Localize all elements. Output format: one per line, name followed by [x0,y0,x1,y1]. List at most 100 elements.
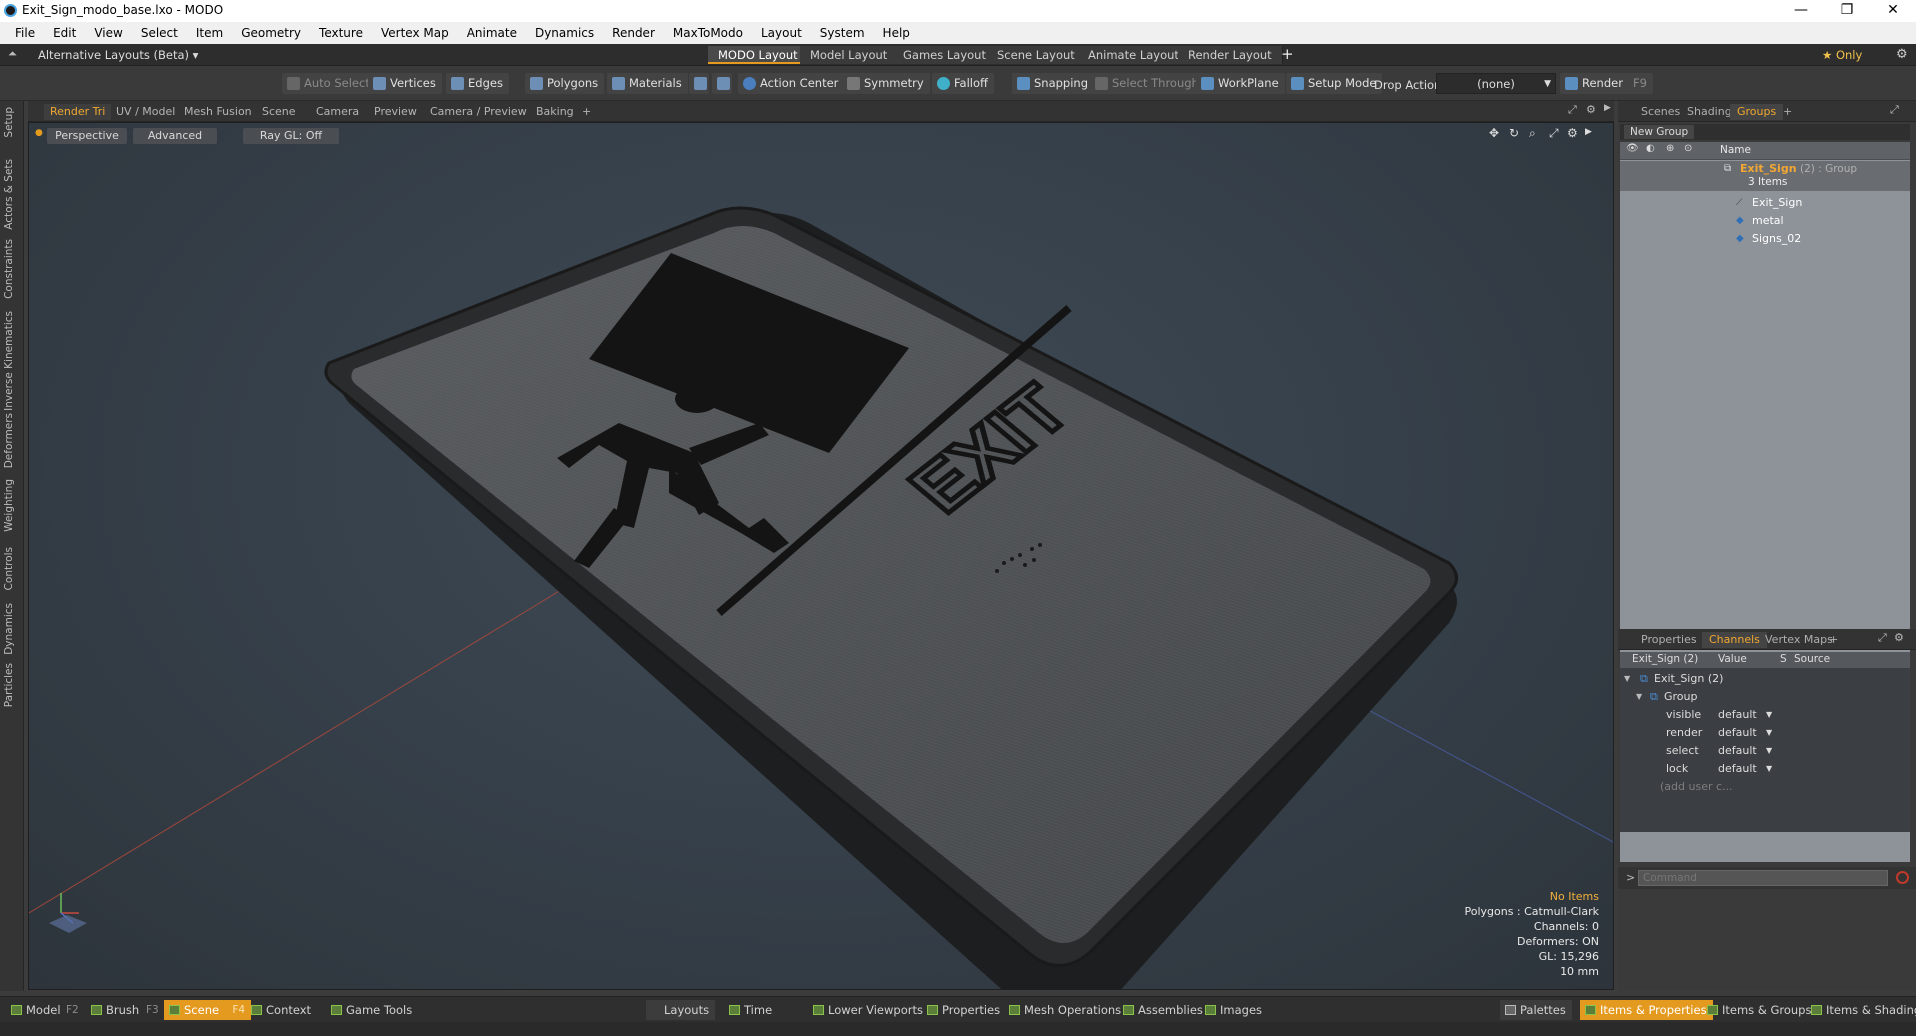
channel-root-row[interactable]: ▼ ⧉ Exit_Sign (2) [1620,670,1916,688]
menu-dynamics[interactable]: Dynamics [526,26,603,40]
items-groups-button[interactable]: Items & Groups [1702,1000,1817,1020]
tab-render-tri[interactable]: Render Tri [44,104,112,120]
menu-select[interactable]: Select [132,26,187,40]
channel-value[interactable]: default [1718,742,1757,760]
maximize-icon[interactable]: ⤢ [1878,631,1887,645]
lower-viewports-button[interactable]: Lower Viewports [808,1000,929,1020]
tab-scene[interactable]: Scene [256,104,302,120]
select-through-button[interactable]: Select Through [1090,73,1205,94]
maximize-icon[interactable]: ⤢ [1568,103,1577,117]
tab-render-layout[interactable]: Render Layout [1178,46,1283,64]
new-group-button[interactable]: New Group [1624,125,1695,139]
tab-scene-layout[interactable]: Scene Layout [987,46,1086,64]
add-panel-tab[interactable]: + [1822,632,1845,648]
list-item[interactable]: ◆ Signs_02 [1620,230,1916,248]
menu-view[interactable]: View [85,26,131,40]
mesh-operations-button[interactable]: Mesh Operations [1004,1000,1127,1020]
tab-controls[interactable]: Controls [3,547,15,590]
game-tools-button[interactable]: Game Tools [326,1000,418,1020]
layouts-button[interactable]: Layouts [646,1000,716,1020]
tab-properties[interactable]: Properties [1634,632,1704,648]
select-toggle-icon[interactable]: ⊙ [1684,143,1692,154]
tab-model-layout[interactable]: Model Layout [800,46,899,64]
vertices-button[interactable]: Vertices [368,73,442,94]
model-button[interactable]: Model [6,1000,67,1020]
render-button[interactable]: Render F9 [1560,73,1653,94]
menu-vertex-map[interactable]: Vertex Map [372,26,458,40]
tab-uv-model[interactable]: UV / Model [110,104,181,120]
tab-games-layout[interactable]: Games Layout [893,46,997,64]
menu-animate[interactable]: Animate [458,26,526,40]
list-item[interactable]: ◆ metal [1620,212,1916,230]
tab-modo-layout[interactable]: MODO Layout [708,46,809,64]
tab-constraints[interactable]: Constraints [3,239,15,299]
record-icon[interactable] [1896,871,1909,884]
channel-group-row[interactable]: ▼ ⧉ Group [1620,688,1916,706]
palettes-button[interactable]: Palettes [1500,1000,1572,1020]
add-panel-tab[interactable]: + [1776,104,1799,120]
tab-particles[interactable]: Particles [3,663,15,707]
minimize-button[interactable]: — [1778,0,1824,22]
menu-render[interactable]: Render [603,26,664,40]
scene-button[interactable]: Scene F4 [164,1000,252,1020]
alternative-layouts-dropdown[interactable]: Alternative Layouts (Beta) ▾ [38,48,198,62]
tab-animate-layout[interactable]: Animate Layout [1078,46,1190,64]
menu-help[interactable]: Help [874,26,919,40]
tab-camera-preview[interactable]: Camera / Preview [424,104,533,120]
item-mode-button[interactable] [689,73,709,94]
materials-button[interactable]: Materials [607,73,688,94]
add-layout-button[interactable]: + [1281,45,1294,63]
brush-button[interactable]: Brush [86,1000,145,1020]
menu-layout[interactable]: Layout [752,26,811,40]
properties-button[interactable]: Properties [922,1000,1006,1020]
menu-edit[interactable]: Edit [44,26,85,40]
gear-icon[interactable]: ⚙ [1894,631,1904,644]
tab-deformers[interactable]: Deformers [3,413,15,468]
channel-value[interactable]: default [1718,760,1757,778]
tab-preview[interactable]: Preview [368,104,423,120]
list-item[interactable]: ⟋ Exit_Sign [1620,194,1916,212]
items-shading-button[interactable]: Items & Shading [1806,1000,1916,1020]
channel-row-lock[interactable]: lock default ▼ [1620,760,1916,778]
menu-texture[interactable]: Texture [310,26,372,40]
polygons-button[interactable]: Polygons [525,73,605,94]
auto-select-button[interactable]: Auto Select [282,73,376,94]
channel-value[interactable]: default [1718,706,1757,724]
symmetry-button[interactable]: Symmetry [842,73,930,94]
time-button[interactable]: Time [724,1000,778,1020]
render-toggle-icon[interactable]: ◐ [1646,143,1655,154]
tab-dynamics[interactable]: Dynamics [3,603,15,655]
tab-setup[interactable]: Setup [3,107,15,138]
3d-viewport[interactable]: Perspective Advanced Ray GL: Off ● ✥ ↻ ⌕… [28,122,1614,990]
context-button[interactable]: Context [246,1000,317,1020]
setup-mode-button[interactable]: Setup Mode [1286,73,1383,94]
channel-row-render[interactable]: render default ▼ [1620,724,1916,742]
layout-up-icon[interactable]: ⏶ [8,47,17,61]
channel-row-visible[interactable]: visible default ▼ [1620,706,1916,724]
menu-geometry[interactable]: Geometry [232,26,310,40]
channel-value[interactable]: default [1718,724,1757,742]
menu-file[interactable]: File [6,26,44,40]
chevron-right-icon[interactable]: ▶ [1604,103,1611,113]
channel-row-select[interactable]: select default ▼ [1620,742,1916,760]
chevron-down-icon[interactable]: ▼ [1766,760,1772,778]
tab-baking[interactable]: Baking [530,104,580,120]
menu-maxtomodo[interactable]: MaxToModo [664,26,752,40]
drop-action-dropdown[interactable]: (none) ▼ [1436,73,1556,94]
name-column-header[interactable]: Name [1720,144,1751,156]
tab-mesh-fusion[interactable]: Mesh Fusion [178,104,258,120]
assemblies-button[interactable]: Assemblies [1118,1000,1209,1020]
images-button[interactable]: Images [1200,1000,1268,1020]
workplane-button[interactable]: WorkPlane [1196,73,1285,94]
close-button[interactable]: ✕ [1870,0,1916,22]
restore-button[interactable]: ❐ [1824,0,1870,22]
gear-icon[interactable]: ⚙ [1586,103,1596,116]
chevron-down-icon[interactable]: ▼ [1766,706,1772,724]
tab-actors-sets[interactable]: Actors & Sets [3,159,15,230]
add-viewport-tab[interactable]: + [576,104,597,120]
tab-weighting[interactable]: Weighting [3,479,15,532]
tab-camera[interactable]: Camera [310,104,365,120]
falloff-button[interactable]: Falloff [932,73,994,94]
maximize-icon[interactable]: ⤢ [1890,103,1899,117]
lock-icon[interactable]: ⊕ [1666,143,1674,154]
